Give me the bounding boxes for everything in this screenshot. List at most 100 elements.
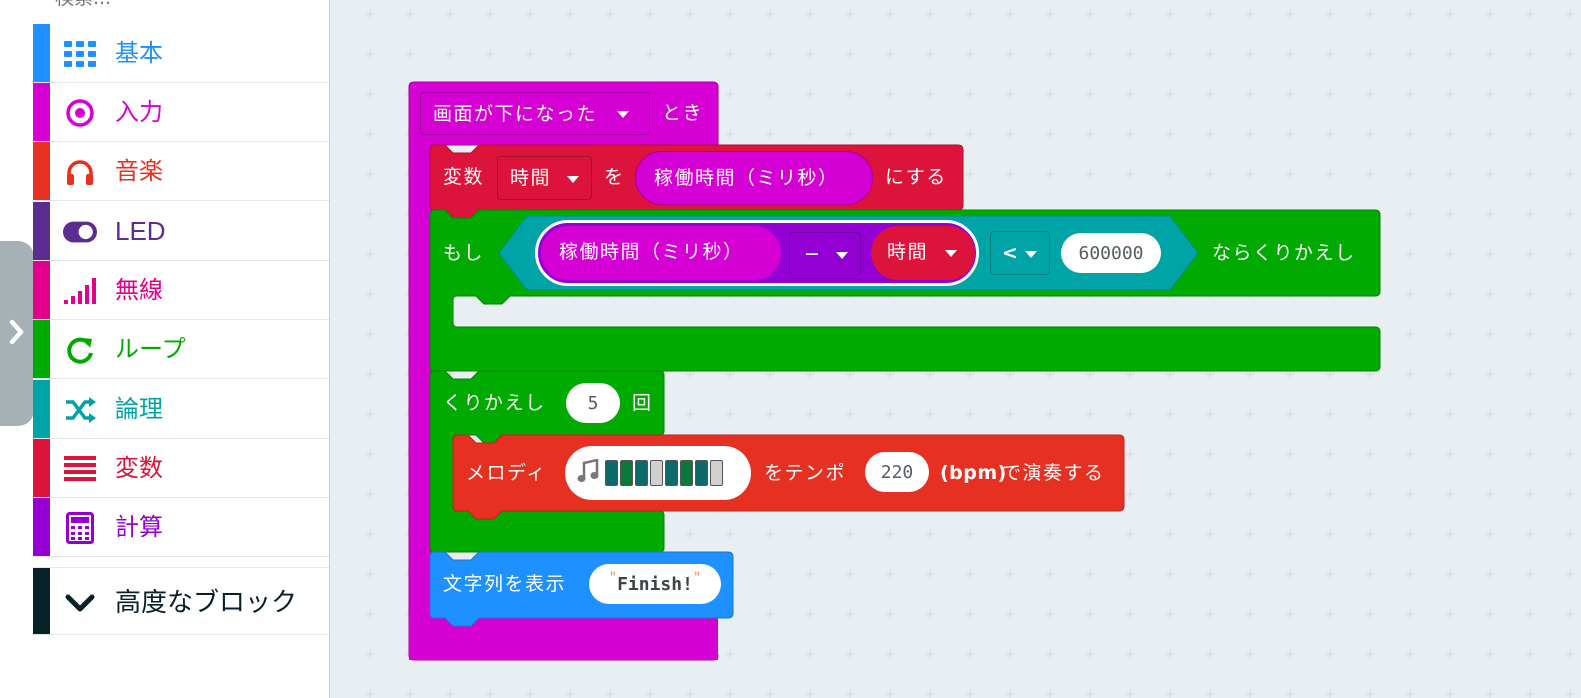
variable-reporter-label: 時間 <box>887 241 929 263</box>
melody-note-cell <box>680 460 693 486</box>
repeat-count-input[interactable]: 5 <box>566 383 620 423</box>
category-label: 論理 <box>115 395 163 423</box>
open-quote: " <box>608 570 618 586</box>
melody-note-cell <box>620 460 633 486</box>
category-led[interactable]: LED <box>33 202 329 261</box>
signal-bars-icon <box>63 274 97 308</box>
toolbox-search <box>33 0 329 10</box>
melody-note-cell <box>710 460 723 486</box>
category-color-bar <box>33 24 50 82</box>
category-input[interactable]: 入力 <box>33 83 329 142</box>
shuffle-icon <box>63 393 97 427</box>
running-time-reporter[interactable]: 稼働時間（ミリ秒） <box>541 226 781 280</box>
category-label: 計算 <box>115 513 163 541</box>
category-math[interactable]: 計算 <box>33 498 329 557</box>
operator-dropdown[interactable]: − <box>789 232 861 276</box>
music-note-icon <box>577 457 599 488</box>
toggle-icon <box>63 215 97 249</box>
category-label: 変数 <box>115 454 163 482</box>
repeat-suffix: 回 <box>632 392 653 414</box>
running-time-label: 稼働時間（ミリ秒） <box>559 241 744 263</box>
category-color-bar <box>33 498 50 556</box>
chevron-down-icon <box>567 176 579 183</box>
bpm-label: (bpm) <box>940 462 1007 484</box>
while-prefix: もし <box>443 242 485 264</box>
melody-note-cells <box>605 460 723 486</box>
tempo-value: 220 <box>880 461 914 483</box>
category-color-bar <box>33 261 50 319</box>
category-label: 無線 <box>115 276 163 304</box>
search-icon[interactable] <box>285 0 309 3</box>
category-label: 入力 <box>115 98 163 126</box>
category-color-bar <box>33 439 50 497</box>
variable-name-label: 時間 <box>510 167 552 189</box>
chevron-down-icon <box>63 586 97 620</box>
loop-arrow-icon <box>63 333 97 367</box>
close-quote: " <box>692 570 702 586</box>
comparison-dropdown[interactable]: < <box>990 231 1050 275</box>
set-var-suffix: にする <box>885 166 947 188</box>
chevron-right-icon <box>8 319 26 349</box>
subtraction-reporter[interactable]: 稼働時間（ミリ秒） − 時間 <box>535 220 979 286</box>
set-var-mid: を <box>604 166 625 188</box>
melody-prefix: メロディ <box>466 462 547 484</box>
category-loops[interactable]: ループ <box>33 320 329 379</box>
category-color-bar <box>33 380 50 438</box>
collapse-toolbox-button[interactable] <box>0 241 34 426</box>
set-var-prefix: 変数 <box>443 166 485 188</box>
category-color-bar <box>33 568 50 634</box>
operator-label: − <box>804 243 822 265</box>
show-string-prefix: 文字列を表示 <box>443 573 567 595</box>
category-color-bar <box>33 83 50 141</box>
category-label: ループ <box>115 335 186 363</box>
while-suffix: ならくりかえし <box>1212 242 1356 264</box>
category-logic[interactable]: 論理 <box>33 380 329 439</box>
tempo-input[interactable]: 220 <box>865 452 929 492</box>
search-input[interactable] <box>55 0 275 10</box>
repeat-count-value: 5 <box>587 392 599 414</box>
category-advanced[interactable]: 高度なブロック <box>33 567 329 635</box>
melody-note-cell <box>665 460 678 486</box>
melody-suffix: で演奏する <box>1002 462 1105 484</box>
chevron-down-icon <box>836 252 848 259</box>
event-trigger-dropdown[interactable]: 画面が下になった <box>420 92 650 135</box>
melody-note-cell <box>650 460 663 486</box>
category-label: LED <box>115 216 166 246</box>
category-color-bar <box>33 142 50 200</box>
limit-number-input[interactable]: 600000 <box>1061 233 1161 273</box>
melody-mid: をテンポ <box>764 462 847 484</box>
category-label: 基本 <box>115 39 163 67</box>
comparison-label: < <box>1002 242 1020 264</box>
category-radio[interactable]: 無線 <box>33 261 329 320</box>
chevron-down-icon <box>945 250 957 257</box>
limit-value: 600000 <box>1078 242 1144 264</box>
repeat-prefix: くりかえし <box>443 392 546 414</box>
melody-note-cell <box>695 460 708 486</box>
grid-icon <box>63 37 97 71</box>
string-input[interactable]: " Finish! " <box>589 564 721 604</box>
block-workspace[interactable]: 画面が下になった とき 変数 時間 を 稼働時間（ミリ秒） にする もし 稼働時… <box>330 0 1581 698</box>
melody-editor[interactable] <box>565 446 751 500</box>
string-value: Finish! <box>617 573 693 595</box>
variable-reporter[interactable]: 時間 <box>871 226 975 280</box>
melody-note-cell <box>605 460 618 486</box>
category-color-bar <box>33 320 50 378</box>
headphones-icon <box>63 155 97 189</box>
chevron-down-icon <box>1025 251 1037 258</box>
event-suffix: とき <box>662 102 704 124</box>
category-label: 音楽 <box>115 157 163 185</box>
chevron-down-icon <box>617 111 629 118</box>
category-variables[interactable]: 変数 <box>33 439 329 498</box>
variable-dropdown[interactable]: 時間 <box>497 156 592 200</box>
event-trigger-label: 画面が下になった <box>433 103 598 125</box>
target-icon <box>63 96 97 130</box>
category-color-bar <box>33 202 50 260</box>
calculator-icon <box>63 511 97 545</box>
category-basic[interactable]: 基本 <box>33 24 329 83</box>
category-music[interactable]: 音楽 <box>33 142 329 201</box>
list-lines-icon <box>63 452 97 486</box>
running-time-label: 稼働時間（ミリ秒） <box>654 167 839 189</box>
melody-note-cell <box>635 460 648 486</box>
running-time-reporter[interactable]: 稼働時間（ミリ秒） <box>635 151 873 205</box>
category-label: 高度なブロック <box>115 588 298 618</box>
